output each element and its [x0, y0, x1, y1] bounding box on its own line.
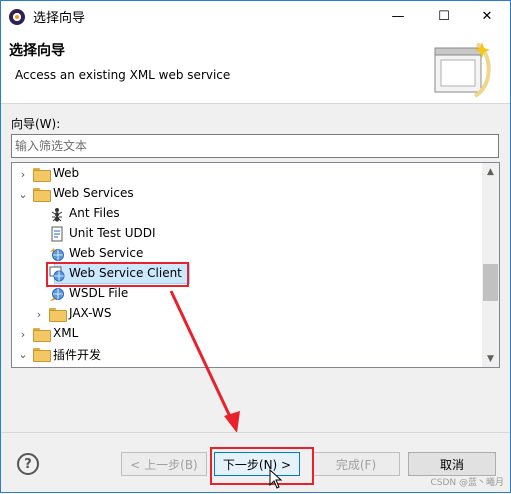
- cancel-button[interactable]: 取消: [408, 452, 496, 476]
- help-icon[interactable]: ?: [17, 453, 39, 475]
- mouse-cursor-icon: [269, 469, 283, 489]
- wizard-dialog: 选择向导 — ☐ ✕ 选择向导 Access an existing XML w…: [0, 0, 511, 493]
- finish-button[interactable]: 完成(F): [312, 452, 400, 476]
- footer-divider: [1, 432, 510, 433]
- annotation-highlight-next: [210, 447, 314, 485]
- back-button[interactable]: < 上一步(B): [121, 452, 207, 476]
- annotation-arrow-icon: [169, 290, 240, 433]
- watermark: CSDN @蓝丶曦月: [430, 478, 504, 488]
